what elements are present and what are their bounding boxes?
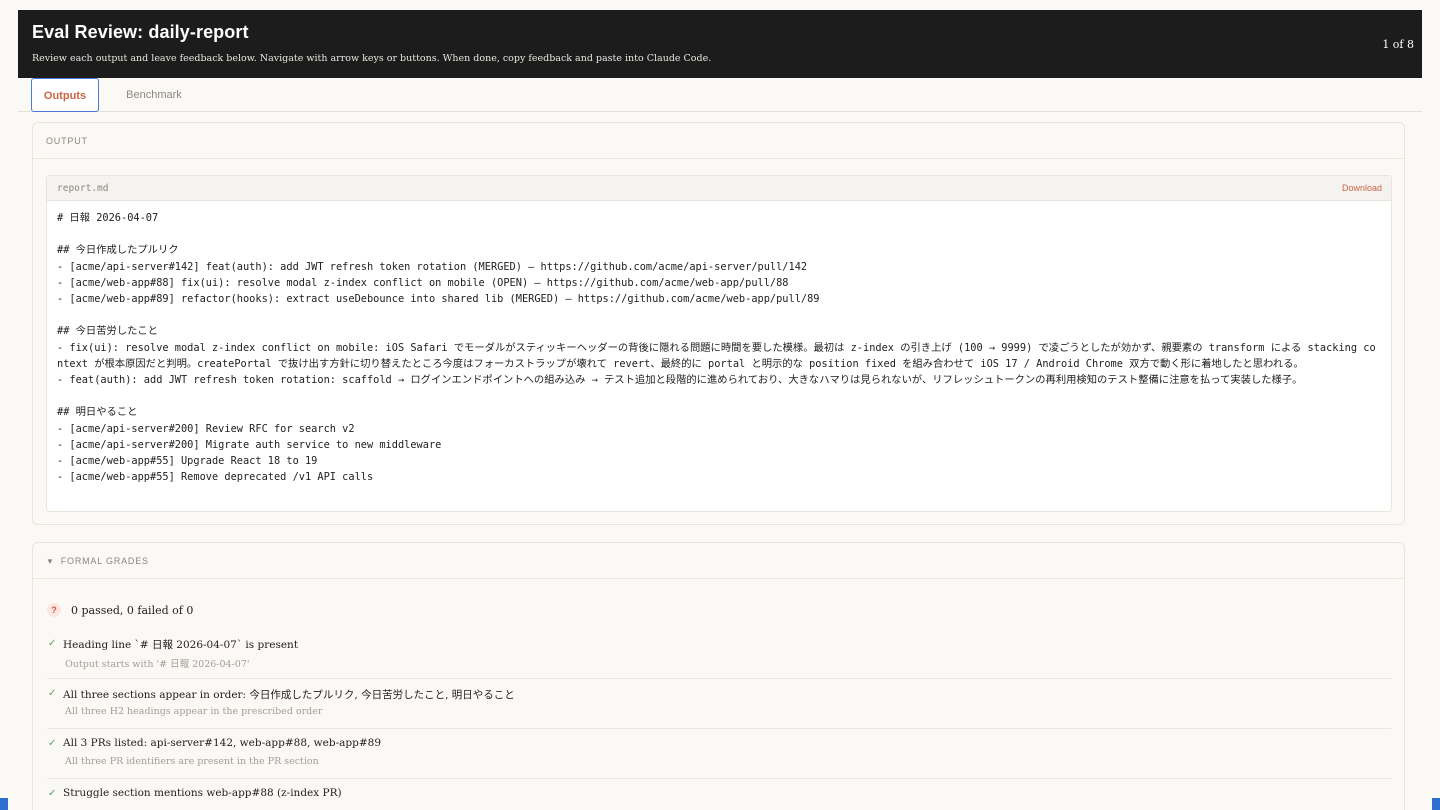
grade-name: All three sections appear in order: 今日作成… [63, 689, 515, 701]
page-header: Eval Review: daily-report Review each ou… [18, 10, 1422, 78]
file-content: # 日報 2026-04-07 ## 今日作成したプルリク - [acme/api-… [47, 201, 1391, 485]
check-icon: ✓ [48, 788, 57, 799]
tab-bar: Outputs Benchmark [18, 78, 1422, 112]
code-line: - [acme/api-server#200] Migrate auth ser… [57, 438, 442, 451]
code-line: # 日報 2026-04-07 [57, 212, 159, 224]
page-title: Eval Review: daily-report [32, 22, 249, 42]
output-panel: OUTPUT report.md Download # 日報 2026-04-0… [32, 122, 1405, 525]
grade-name: Struggle section mentions web-app#88 (z-… [63, 787, 342, 799]
grades-summary: ? 0 passed, 0 failed of 0 [47, 603, 193, 617]
grades-summary-text: 0 passed, 0 failed of 0 [71, 603, 194, 617]
grade-detail: Output starts with '# 日報 2026-04-07' [65, 659, 250, 670]
code-line: - [acme/web-app#55] Remove deprecated /v… [57, 471, 374, 484]
code-line: ## 今日作成したプルリク [57, 244, 179, 257]
check-icon: ✓ [48, 688, 57, 699]
page-subtitle: Review each output and leave feedback be… [32, 53, 712, 64]
grades-list: ✓ Heading line `# 日報 2026-04-07` is prese… [47, 629, 1391, 810]
code-line: - [acme/web-app#88] fix(ui): resolve mod… [57, 276, 789, 289]
scroll-indicator-left [0, 798, 8, 810]
tab-benchmark[interactable]: Benchmark [114, 78, 194, 112]
grade-name: All 3 PRs listed: api-server#142, web-ap… [63, 737, 382, 749]
grade-item: ✓ Struggle section mentions web-app#88 (z… [47, 779, 1391, 810]
code-line: - [acme/web-app#89] refactor(hooks): ext… [57, 293, 820, 305]
file-header: report.md Download [47, 176, 1391, 201]
grade-item: ✓ Heading line `# 日報 2026-04-07` is prese… [47, 629, 1391, 679]
code-line: - [acme/api-server#142] feat(auth): add … [57, 260, 808, 273]
formal-grades-toggle[interactable]: ▼ FORMAL GRADES [33, 543, 1404, 579]
grade-item: ✓ All 3 PRs listed: api-server#142, web-a… [47, 729, 1391, 779]
check-icon: ✓ [48, 638, 57, 649]
collapse-triangle-icon: ▼ [46, 557, 55, 566]
code-line: - [acme/web-app#55] Upgrade React 18 to … [57, 455, 318, 467]
code-line: ## 今日苦労したこと [57, 325, 158, 338]
code-line: - [acme/api-server#200] Review RFC for s… [57, 422, 355, 435]
code-line: ## 明日やること [57, 406, 138, 419]
check-icon: ✓ [48, 738, 57, 749]
code-line: - feat(auth): add JWT refresh token rota… [57, 374, 1303, 386]
scroll-indicator-right [1432, 798, 1440, 810]
grade-item: ✓ All three sections appear in order: 今日作… [47, 679, 1391, 729]
question-icon: ? [47, 603, 61, 617]
tab-outputs[interactable]: Outputs [31, 78, 99, 112]
output-section-label: OUTPUT [33, 123, 1404, 159]
grade-name: Heading line `# 日報 2026-04-07` is presen… [63, 639, 299, 651]
formal-grades-panel: ▼ FORMAL GRADES ? 0 passed, 0 failed of 0… [32, 542, 1405, 810]
file-viewer: report.md Download # 日報 2026-04-07 ## 今日作… [46, 175, 1392, 512]
grade-detail: All three H2 headings appear in the pres… [65, 706, 323, 717]
output-counter: 1 of 8 [1382, 38, 1414, 51]
formal-grades-label: FORMAL GRADES [60, 556, 149, 566]
download-link[interactable]: Download [1342, 176, 1382, 201]
grade-detail: All three PR identifiers are present in … [65, 756, 319, 767]
file-name: report.md [57, 183, 109, 194]
code-line: - fix(ui): resolve modal z-index conflic… [57, 341, 1376, 370]
